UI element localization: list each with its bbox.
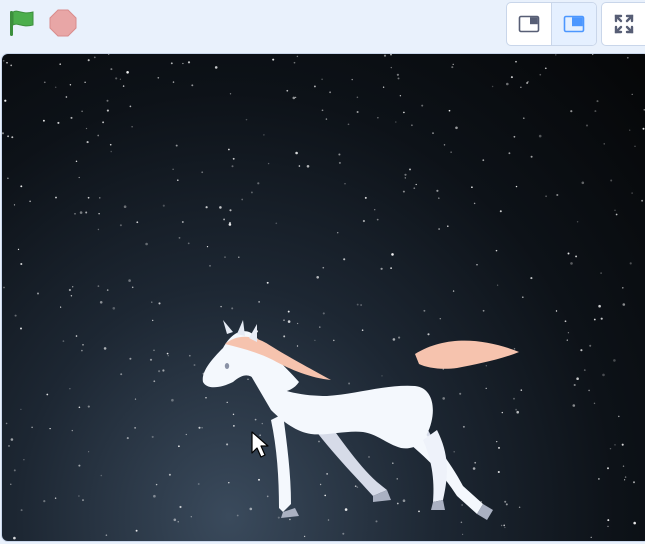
fullscreen-button[interactable]	[601, 2, 645, 46]
unicorn-sprite[interactable]	[187, 264, 527, 524]
stop-button[interactable]	[46, 6, 80, 40]
stage[interactable]	[1, 53, 645, 542]
stop-sign-icon	[49, 9, 77, 37]
mouse-pointer-icon	[251, 431, 269, 458]
green-flag-icon	[10, 10, 34, 36]
large-stage-button[interactable]	[551, 3, 596, 45]
small-stage-icon	[518, 15, 540, 33]
small-stage-button[interactable]	[507, 3, 551, 45]
stage-size-toggle	[506, 2, 597, 46]
green-flag-button[interactable]	[4, 6, 38, 40]
stage-toolbar	[0, 0, 645, 48]
fullscreen-icon	[614, 14, 634, 34]
large-stage-icon	[563, 15, 585, 33]
